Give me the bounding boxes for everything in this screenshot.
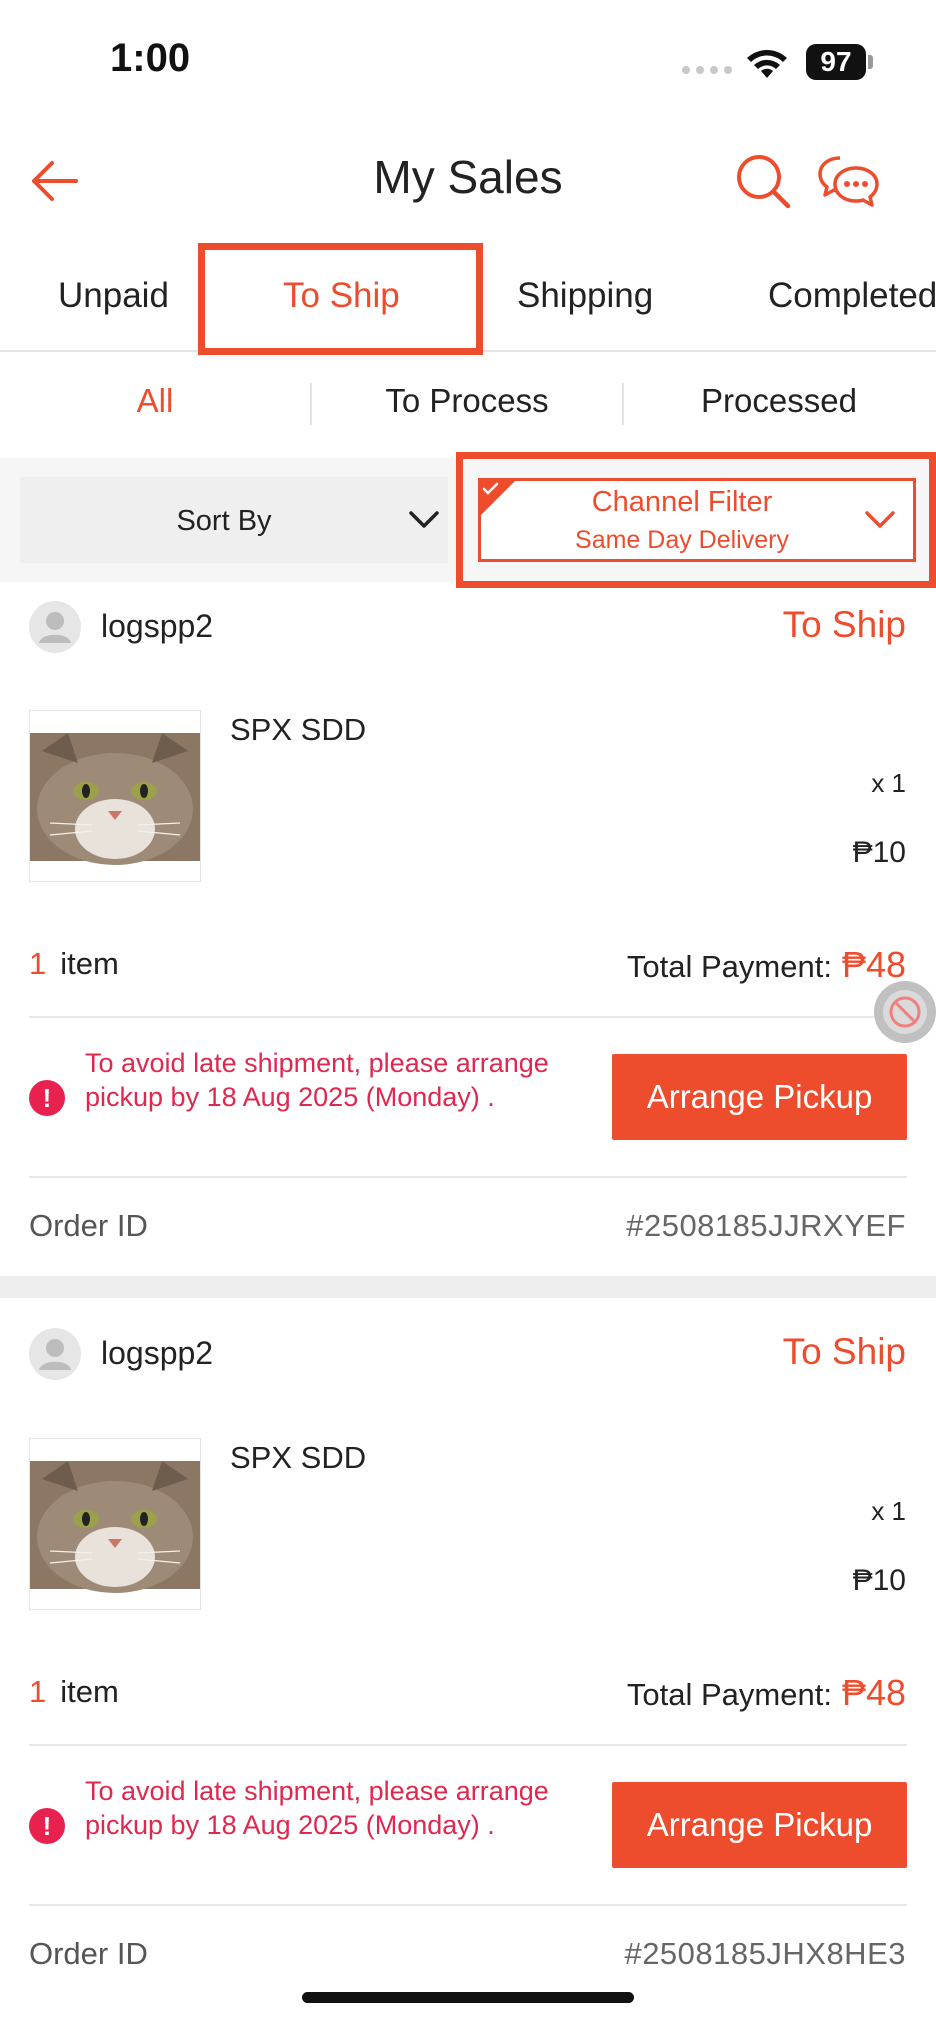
- total-payment: Total Payment: ₱48: [627, 1672, 906, 1714]
- channel-filter-value: Same Day Delivery: [575, 526, 789, 554]
- product-name: SPX SDD: [230, 712, 367, 747]
- total-payment-amount: ₱48: [841, 944, 906, 985]
- total-payment-label: Total Payment:: [626, 949, 832, 984]
- card-separator: [0, 1276, 936, 1298]
- arrange-pickup-button[interactable]: Arrange Pickup: [612, 1054, 907, 1140]
- divider: [29, 1016, 907, 1018]
- floating-assist-button[interactable]: [874, 981, 936, 1043]
- avatar: [29, 1328, 81, 1380]
- cat-photo: [30, 733, 200, 865]
- order-status: To Ship: [782, 604, 906, 645]
- divider: [29, 1904, 907, 1906]
- item-count-number: 1: [29, 1674, 47, 1709]
- alert-icon: !: [29, 1808, 65, 1844]
- buyer-name: logspp2: [101, 608, 214, 644]
- item-count: 1 item: [29, 1674, 119, 1710]
- shipment-warning: To avoid late shipment, please arrange p…: [85, 1048, 549, 1112]
- total-payment-label: Total Payment:: [626, 1677, 832, 1712]
- search-icon[interactable]: [734, 152, 792, 210]
- item-count: 1 item: [29, 946, 119, 982]
- chevron-down-icon: [409, 511, 439, 528]
- shipment-warning: To avoid late shipment, please arrange p…: [85, 1776, 549, 1840]
- subtab-to-process[interactable]: To Process: [312, 382, 622, 420]
- order-status: To Ship: [782, 1331, 906, 1372]
- signal-icon: [682, 66, 732, 74]
- chat-icon[interactable]: [818, 154, 880, 210]
- block-icon: [883, 990, 927, 1034]
- subtab-processed[interactable]: Processed: [624, 382, 934, 420]
- tab-unpaid[interactable]: Unpaid: [58, 276, 169, 316]
- sort-by-label: Sort By: [176, 505, 272, 537]
- arrange-pickup-button[interactable]: Arrange Pickup: [612, 1782, 907, 1868]
- battery-tip: [868, 55, 873, 69]
- divider: [29, 1744, 907, 1746]
- divider: [29, 1176, 907, 1178]
- item-count-label: item: [60, 1674, 119, 1709]
- channel-filter-label: Channel Filter: [591, 486, 773, 518]
- buyer-name: logspp2: [101, 1335, 214, 1371]
- alert-icon: !: [29, 1080, 65, 1116]
- to-ship-highlight: [198, 243, 483, 355]
- product-price: ₱10: [852, 836, 906, 869]
- product-image[interactable]: [29, 710, 201, 882]
- tab-shipping[interactable]: Shipping: [517, 276, 653, 316]
- status-time: 1:00: [110, 36, 191, 80]
- product-image[interactable]: [29, 1438, 201, 1610]
- product-quantity: x 1: [871, 1496, 906, 1526]
- avatar: [29, 601, 81, 653]
- total-payment-amount: ₱48: [841, 1672, 906, 1713]
- order-id-label: Order ID: [29, 1936, 148, 1971]
- battery-icon: 97: [806, 44, 866, 80]
- page-title: My Sales: [373, 151, 563, 203]
- product-name: SPX SDD: [230, 1440, 367, 1475]
- total-payment: Total Payment: ₱48: [627, 944, 906, 986]
- home-indicator[interactable]: [302, 1992, 634, 2003]
- tab-completed[interactable]: Completed: [768, 276, 936, 316]
- item-count-label: item: [60, 946, 119, 981]
- cat-photo: [30, 1461, 200, 1593]
- user-icon: [39, 612, 71, 643]
- product-price: ₱10: [852, 1564, 906, 1597]
- subtab-all[interactable]: All: [0, 382, 310, 420]
- order-id-label: Order ID: [29, 1208, 148, 1243]
- order-card[interactable]: logspp2 To Ship SPX SDD x 1 ₱10 1 item To…: [0, 1298, 936, 2004]
- product-quantity: x 1: [871, 768, 906, 798]
- order-id-value[interactable]: #2508185JJRXYEF: [626, 1208, 906, 1244]
- user-icon: [39, 1339, 71, 1370]
- wifi-icon: [747, 50, 787, 78]
- chevron-down-icon: [865, 511, 895, 528]
- item-count-number: 1: [29, 946, 47, 981]
- order-id-value[interactable]: #2508185JHX8HE3: [624, 1936, 906, 1972]
- order-card[interactable]: logspp2 To Ship SPX SDD x 1 ₱10 1 item To…: [0, 588, 936, 1276]
